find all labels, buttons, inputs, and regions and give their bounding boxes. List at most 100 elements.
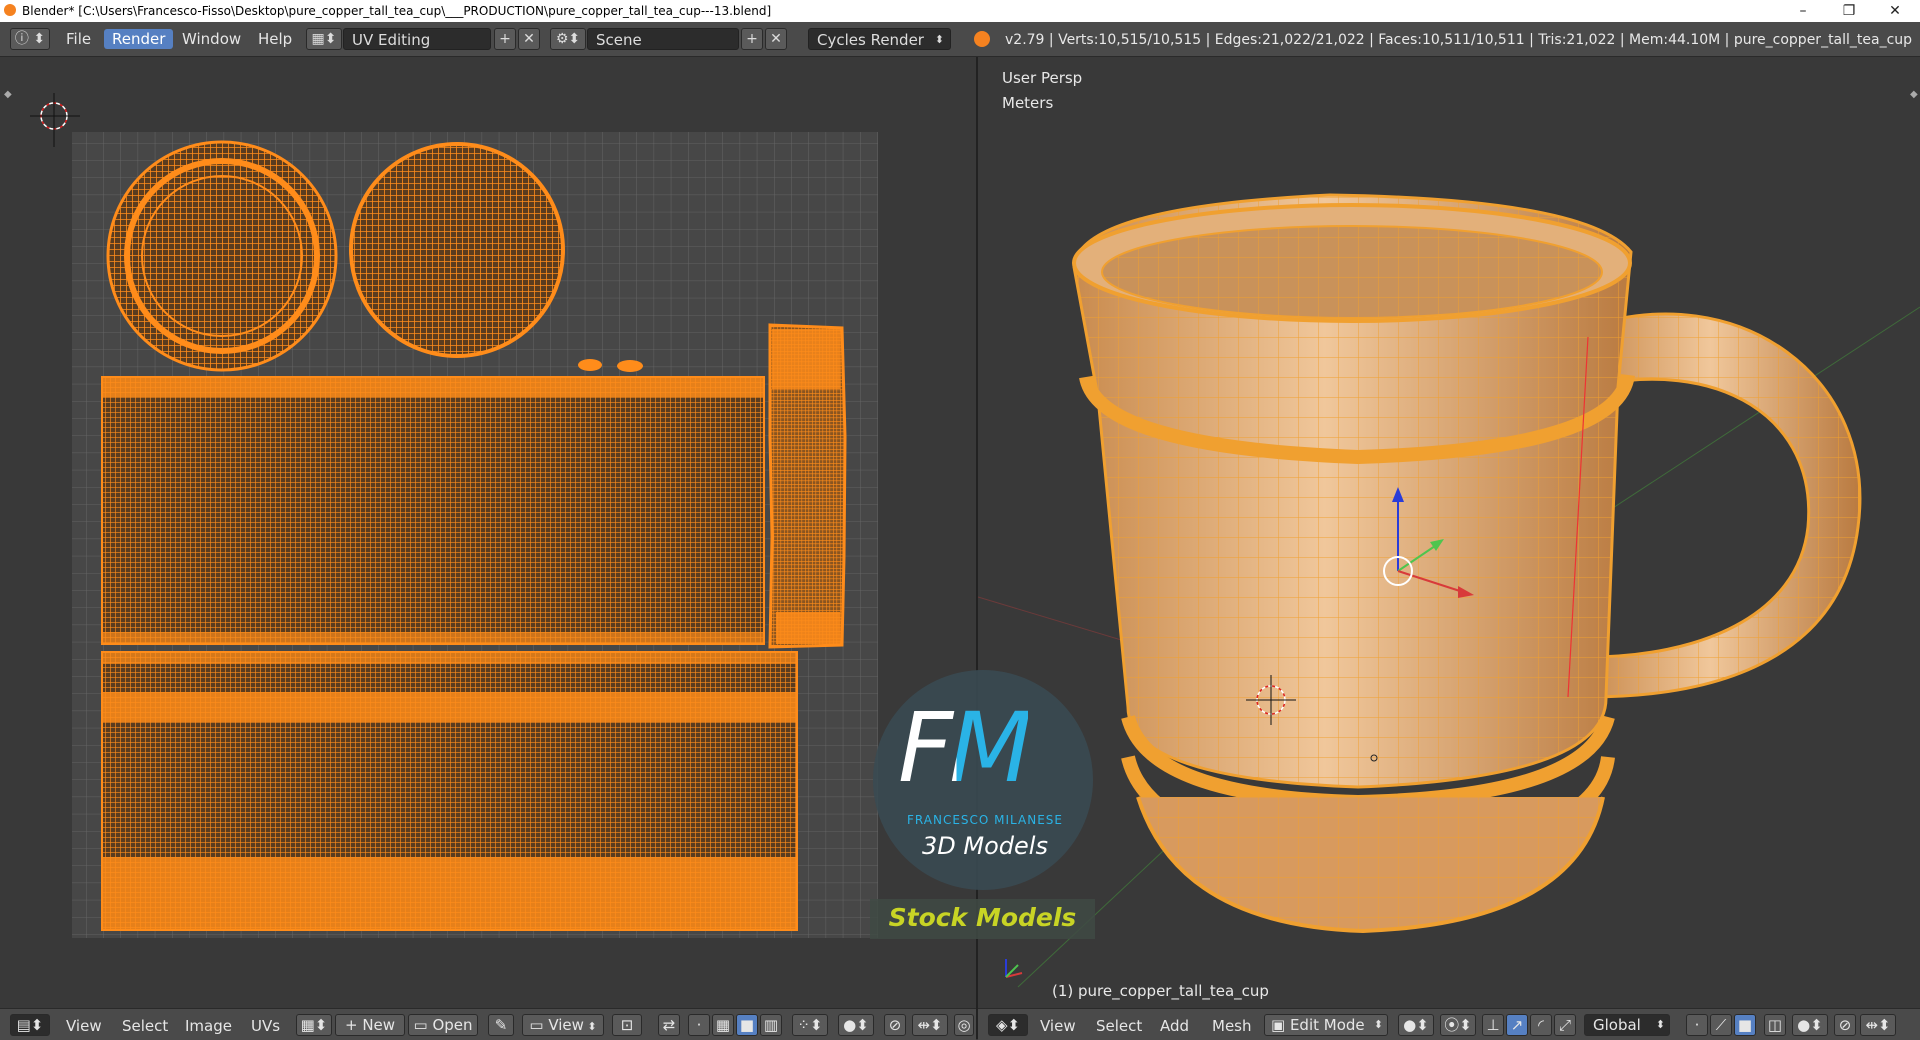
snap-element-icon[interactable]: ⇹⬍	[1860, 1014, 1896, 1036]
logo-line2: Stock Models	[888, 903, 1077, 932]
uv-extra-icon[interactable]: ◎	[954, 1014, 974, 1036]
vp-menu-add[interactable]: Add	[1160, 1017, 1189, 1035]
vertex-select-mode-icon[interactable]: ·	[1686, 1014, 1708, 1036]
viewport-units-label: Meters	[1002, 94, 1054, 112]
open-image-label: Open	[432, 1016, 473, 1034]
proportional-editing-icon[interactable]: ●⬍	[1792, 1014, 1828, 1036]
active-object-label: (1) pure_copper_tall_tea_cup	[1052, 982, 1269, 1000]
scene-stats: v2.79 | Verts:10,515/10,515 | Edges:21,0…	[1005, 32, 1913, 48]
uv-image-editor[interactable]: ◆	[0, 57, 976, 1007]
render-engine-label: Cycles Render	[817, 31, 924, 49]
transform-manipulator-icon	[1383, 487, 1474, 598]
uv-island-small-1[interactable]	[578, 359, 602, 371]
edit-mode-icon: ▣	[1271, 1016, 1290, 1034]
close-button[interactable]: ✕	[1872, 0, 1918, 22]
face-select-mode-icon[interactable]: ■	[1734, 1014, 1756, 1036]
window-titlebar: Blender* [C:\Users\Francesco-Fisso\Deskt…	[0, 0, 1920, 22]
edge-select-mode-icon[interactable]: ⟋	[1710, 1014, 1732, 1036]
orientation-label: Global	[1593, 1016, 1641, 1034]
uv-menu-select[interactable]: Select	[122, 1017, 168, 1035]
maximize-button[interactable]: ❐	[1826, 0, 1872, 22]
menu-file[interactable]: File	[58, 29, 99, 49]
plus-icon: +	[344, 1016, 363, 1034]
vp-menu-select[interactable]: Select	[1096, 1017, 1142, 1035]
uv-seam-line	[1567, 336, 1589, 698]
snap-target-icon[interactable]: ⇹⬍	[912, 1014, 948, 1036]
new-image-label: New	[362, 1016, 396, 1034]
uv-menu-uvs[interactable]: UVs	[251, 1017, 280, 1035]
chevron-updown-icon: ⬍	[583, 1020, 597, 1033]
editor-type-3d-icon[interactable]: ◈⬍	[988, 1014, 1028, 1036]
add-scene-button[interactable]: +	[741, 28, 763, 50]
remove-scene-button[interactable]: ✕	[765, 28, 787, 50]
watermark-logo: FM FRANCESCO MILANESE 3D Models Stock Mo…	[870, 670, 1095, 940]
pin-icon[interactable]: ✎	[488, 1014, 514, 1036]
window-title: Blender* [C:\Users\Francesco-Fisso\Deskt…	[22, 4, 772, 18]
sticky-select-icon[interactable]: ⁘⬍	[792, 1014, 828, 1036]
3d-cursor-icon	[1246, 675, 1296, 725]
scale-manipulator-icon[interactable]: ⤢	[1554, 1014, 1576, 1036]
view-mode-dropdown[interactable]: ▭ View ⬍	[522, 1014, 604, 1036]
rotate-manipulator-icon[interactable]: ◜	[1530, 1014, 1552, 1036]
image-browse-icon[interactable]: ▦⬍	[296, 1014, 332, 1036]
vp-menu-mesh[interactable]: Mesh	[1212, 1017, 1252, 1035]
viewport-scene: ◆	[978, 89, 1920, 988]
sync-selection-icon[interactable]: ⇄	[658, 1014, 680, 1036]
cup-body	[1072, 193, 1635, 934]
3d-viewport[interactable]: User Persp Meters (1) pure_copper_tall_t…	[978, 57, 1920, 1007]
uv-menu-view[interactable]: View	[66, 1017, 102, 1035]
uv-menu-image[interactable]: Image	[185, 1017, 232, 1035]
shading-icon[interactable]: ●⬍	[1398, 1014, 1434, 1036]
screen-layout-icon[interactable]: ▦⬍	[306, 28, 342, 50]
pivot-icon[interactable]: ⊡	[612, 1014, 642, 1036]
scene-dropdown[interactable]: Scene	[587, 28, 739, 50]
uv-island-handle[interactable]	[768, 323, 847, 649]
uv-island-small-2[interactable]	[617, 360, 643, 372]
vp-menu-view[interactable]: View	[1040, 1017, 1076, 1035]
region-expand-icon[interactable]: ◆	[4, 89, 12, 100]
translate-manipulator-icon[interactable]: ↗	[1506, 1014, 1528, 1036]
mode-dropdown[interactable]: ▣ Edit Mode ⬍	[1264, 1014, 1388, 1036]
uv-island-inner-circle[interactable]	[349, 142, 565, 358]
edge-select-icon[interactable]: ▦	[712, 1014, 734, 1036]
pivot-point-icon[interactable]: ⦿⬍	[1440, 1014, 1476, 1036]
new-image-button[interactable]: + New	[335, 1014, 405, 1036]
editor-type-info-icon[interactable]: ⓘ ⬍	[10, 28, 50, 50]
minimize-button[interactable]: –	[1780, 0, 1826, 22]
editor-type-uv-icon[interactable]: ▤⬍	[10, 1014, 50, 1036]
face-select-icon[interactable]: ■	[736, 1014, 758, 1036]
remove-layout-button[interactable]: ✕	[518, 28, 540, 50]
menu-render[interactable]: Render	[104, 29, 174, 49]
render-engine-dropdown[interactable]: Cycles Render ⬍	[808, 28, 951, 50]
logo-brand: FRANCESCO MILANESE	[907, 813, 1063, 827]
chevron-updown-icon: ⬍	[934, 33, 944, 46]
logo-initials-text: FM	[898, 692, 1032, 804]
limit-selection-icon[interactable]: ◫	[1764, 1014, 1786, 1036]
transform-orientation-dropdown[interactable]: Global ⬍	[1584, 1014, 1670, 1036]
chevron-updown-icon: ⬍	[1655, 1018, 1665, 1031]
view-mode-icon: ▭	[529, 1016, 549, 1034]
snap-icon[interactable]: ⊘	[884, 1014, 906, 1036]
uv-island-body-upper[interactable]	[101, 376, 765, 645]
menu-window[interactable]: Window	[174, 29, 249, 49]
vertex-select-icon[interactable]: ·	[688, 1014, 710, 1036]
snap-toggle-icon[interactable]: ⊘	[1834, 1014, 1856, 1036]
viewport-perspective-label: User Persp	[1002, 69, 1083, 87]
proportional-edit-icon[interactable]: ●⬍	[838, 1014, 874, 1036]
menu-help[interactable]: Help	[250, 29, 300, 49]
island-select-icon[interactable]: ▥	[760, 1014, 782, 1036]
add-layout-button[interactable]: +	[494, 28, 516, 50]
scene-icon[interactable]: ⚙⬍	[550, 28, 586, 50]
uv-island-base-circle[interactable]	[106, 140, 338, 372]
manipulator-toggle-icon[interactable]: ⊥	[1482, 1014, 1504, 1036]
screen-layout-dropdown[interactable]: UV Editing	[343, 28, 491, 50]
view-mode-label: View	[548, 1016, 584, 1034]
uv-island-body-lower[interactable]	[101, 651, 798, 931]
x-axis-line	[978, 596, 1179, 658]
cup-handle	[1586, 312, 1862, 699]
y-axis-line	[1537, 306, 1920, 558]
uv-editor-header: ▤⬍ View Select Image UVs ▦⬍ + New ▭ Open…	[0, 1008, 976, 1040]
uv-canvas[interactable]: ◆	[0, 57, 976, 1007]
view-axis-icon	[1005, 959, 1023, 978]
open-image-button[interactable]: ▭ Open	[408, 1014, 478, 1036]
